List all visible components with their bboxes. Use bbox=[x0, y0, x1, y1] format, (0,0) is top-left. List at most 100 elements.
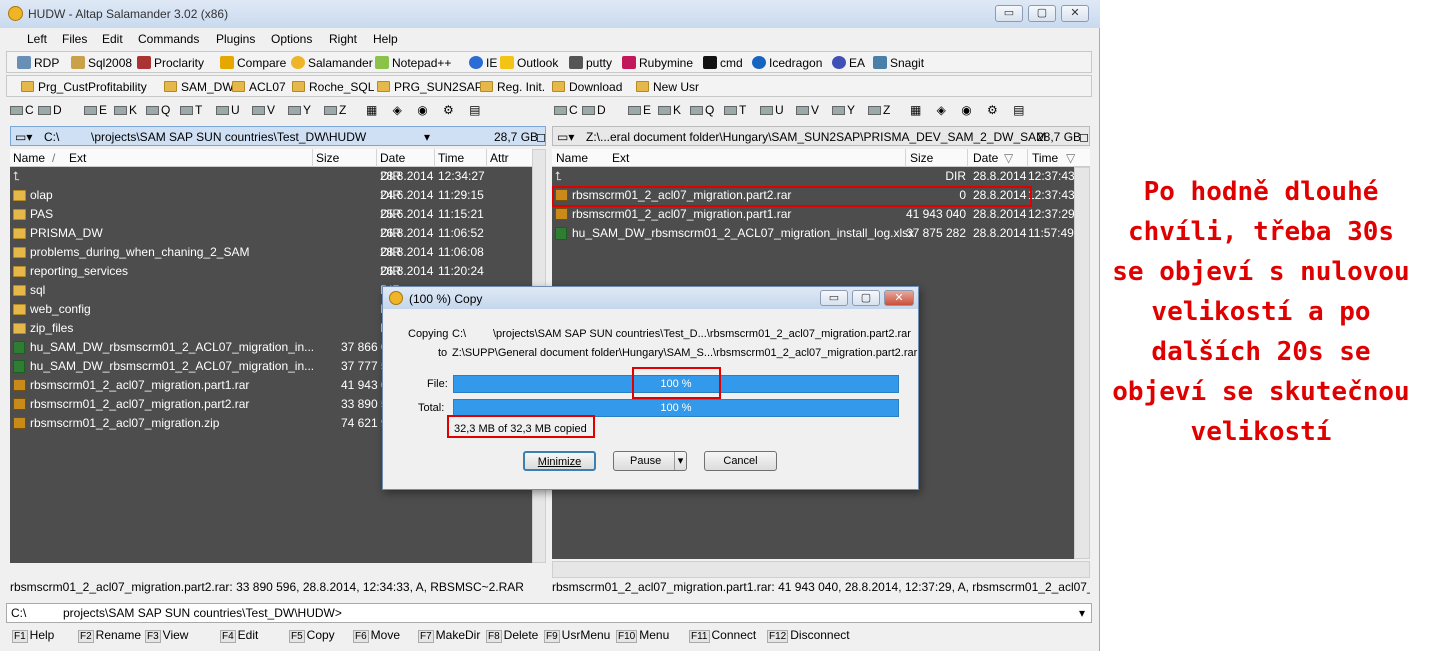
hp-new-usr[interactable]: New Usr bbox=[636, 80, 699, 94]
cancel-button[interactable]: Cancel bbox=[704, 451, 777, 471]
menu-commands[interactable]: Commands bbox=[138, 32, 199, 46]
hp-acl07[interactable]: ACL07 bbox=[232, 80, 286, 94]
drive-e[interactable]: E bbox=[628, 103, 651, 117]
col-time[interactable]: Time bbox=[1032, 151, 1058, 165]
tools-icons[interactable]: ▦ ◈ ◉ ⚙ ▤ bbox=[366, 103, 486, 117]
col-name[interactable]: Name bbox=[13, 151, 45, 165]
right-file-row[interactable]: rbsmscrm01_2_acl07_migration.part1.rar 41… bbox=[552, 205, 1075, 224]
fkey-f1[interactable]: F1 Help bbox=[12, 628, 54, 643]
drive-q[interactable]: Q bbox=[690, 103, 714, 117]
col-time[interactable]: Time bbox=[438, 151, 464, 165]
tb-notepadpp[interactable]: Notepad++ bbox=[375, 56, 451, 70]
menu-left[interactable]: Left bbox=[27, 32, 47, 46]
tb-proclarity[interactable]: Proclarity bbox=[137, 56, 204, 70]
right-hscrollbar[interactable] bbox=[552, 561, 1090, 578]
drive-u[interactable]: U bbox=[216, 103, 240, 117]
col-attr[interactable]: Attr bbox=[490, 151, 509, 165]
fkey-f3[interactable]: F3 View bbox=[145, 628, 188, 643]
drive-z[interactable]: Z bbox=[324, 103, 346, 117]
hp-sam-dw[interactable]: SAM_DW bbox=[164, 80, 234, 94]
tb-snagit[interactable]: Snagit bbox=[873, 56, 924, 70]
tb-putty[interactable]: putty bbox=[569, 56, 612, 70]
tb-compare[interactable]: Compare bbox=[220, 56, 286, 70]
hp-roche-sql[interactable]: Roche_SQL bbox=[292, 80, 374, 94]
fkey-f6[interactable]: F6 Move bbox=[353, 628, 400, 643]
dialog-minimize-button[interactable]: ▭ bbox=[820, 290, 848, 306]
chevron-down-icon[interactable]: ▾ bbox=[424, 130, 430, 144]
col-ext[interactable]: Ext bbox=[69, 151, 86, 165]
hp-reg-init[interactable]: Reg. Init. bbox=[480, 80, 545, 94]
hp-download[interactable]: Download bbox=[552, 80, 622, 94]
minimize-button[interactable]: Minimize bbox=[523, 451, 596, 471]
drive-d[interactable]: D bbox=[582, 103, 606, 117]
menu-options[interactable]: Options bbox=[271, 32, 312, 46]
right-path-bar[interactable]: ▭▾ Z:\...eral document folder\Hungary\SA… bbox=[552, 126, 1090, 146]
drive-c[interactable]: C bbox=[554, 103, 578, 117]
right-file-row[interactable]: ⮤ DIR 28.8.2014 12:37:43 bbox=[552, 167, 1075, 186]
fkey-f9[interactable]: F9 UsrMenu bbox=[544, 628, 610, 643]
fkey-f5[interactable]: F5 Copy bbox=[289, 628, 335, 643]
maximize-button[interactable]: ▢ bbox=[1028, 5, 1056, 22]
chevron-down-icon[interactable]: ▾ bbox=[1079, 606, 1085, 620]
drive-y[interactable]: Y bbox=[288, 103, 311, 117]
drive-k[interactable]: K bbox=[114, 103, 137, 117]
tb-sql2008[interactable]: Sql2008 bbox=[71, 56, 132, 70]
drive-q[interactable]: Q bbox=[146, 103, 170, 117]
fkey-f11[interactable]: F11 Connect bbox=[689, 628, 756, 643]
fkey-f10[interactable]: F10 Menu bbox=[616, 628, 669, 643]
pause-button[interactable]: Pause ▾ bbox=[613, 451, 687, 471]
col-ext[interactable]: Ext bbox=[612, 151, 629, 165]
menu-help[interactable]: Help bbox=[373, 32, 398, 46]
left-file-row[interactable]: PRISMA_DW DIR 26.8.2014 11:06:52 bbox=[10, 224, 532, 243]
dialog-maximize-button[interactable]: ▢ bbox=[852, 290, 880, 306]
tb-ie[interactable]: IE bbox=[469, 56, 497, 70]
panel-maximize-icon[interactable]: ◻ bbox=[1079, 130, 1089, 144]
tb-ea[interactable]: EA bbox=[832, 56, 865, 70]
col-size[interactable]: Size bbox=[910, 151, 933, 165]
panel-maximize-icon[interactable]: ◻ bbox=[536, 130, 546, 144]
tools-icons[interactable]: ▦ ◈ ◉ ⚙ ▤ bbox=[910, 103, 1030, 117]
command-line[interactable]: C:\ projects\SAM SAP SUN countries\Test_… bbox=[6, 603, 1092, 623]
minimize-button[interactable]: ▭ bbox=[995, 5, 1023, 22]
tb-rubymine[interactable]: Rubymine bbox=[622, 56, 693, 70]
drive-d[interactable]: D bbox=[38, 103, 62, 117]
close-button[interactable]: ✕ bbox=[1061, 5, 1089, 22]
drive-v[interactable]: V bbox=[252, 103, 275, 117]
col-name[interactable]: Name bbox=[556, 151, 588, 165]
drive-u[interactable]: U bbox=[760, 103, 784, 117]
tb-outlook[interactable]: Outlook bbox=[500, 56, 558, 70]
dialog-close-button[interactable]: ✕ bbox=[884, 290, 914, 306]
tb-salamander[interactable]: Salamander bbox=[291, 56, 373, 70]
right-scrollbar[interactable] bbox=[1074, 167, 1090, 559]
fkey-f7[interactable]: F7 MakeDir bbox=[418, 628, 480, 643]
left-file-row[interactable]: ⮤ DIR 28.8.2014 12:34:27 bbox=[10, 167, 532, 186]
drive-k[interactable]: K bbox=[658, 103, 681, 117]
right-file-row[interactable]: hu_SAM_DW_rbsmscrm01_2_ACL07_migration_i… bbox=[552, 224, 1074, 243]
drive-z[interactable]: Z bbox=[868, 103, 890, 117]
tb-icedragon[interactable]: Icedragon bbox=[752, 56, 822, 70]
menu-plugins[interactable]: Plugins bbox=[216, 32, 255, 46]
drive-v[interactable]: V bbox=[796, 103, 819, 117]
col-date[interactable]: Date bbox=[380, 151, 405, 165]
chevron-down-icon[interactable]: ▾ bbox=[674, 452, 686, 470]
tb-rdp[interactable]: RDP bbox=[17, 56, 59, 70]
left-path-bar[interactable]: ▭▾ C:\ \projects\SAM SAP SUN countries\T… bbox=[10, 126, 546, 146]
tb-cmd[interactable]: cmd bbox=[703, 56, 743, 70]
drive-t[interactable]: T bbox=[180, 103, 202, 117]
left-file-row[interactable]: problems_during_when_chaning_2_SAM DIR 28.… bbox=[10, 243, 532, 262]
left-file-row[interactable]: PAS DIR 25.6.2014 11:15:21 bbox=[10, 205, 532, 224]
hp-prg-custprofitability[interactable]: Prg_CustProfitability bbox=[21, 80, 147, 94]
left-file-row[interactable]: olap DIR 24.6.2014 11:29:15 bbox=[10, 186, 532, 205]
menu-files[interactable]: Files bbox=[62, 32, 87, 46]
fkey-f12[interactable]: F12 Disconnect bbox=[767, 628, 850, 643]
menu-edit[interactable]: Edit bbox=[102, 32, 123, 46]
left-file-row[interactable]: reporting_services DIR 26.8.2014 11:20:24 bbox=[10, 262, 532, 281]
col-size[interactable]: Size bbox=[316, 151, 339, 165]
drive-y[interactable]: Y bbox=[832, 103, 855, 117]
fkey-f4[interactable]: F4 Edit bbox=[220, 628, 258, 643]
drive-t[interactable]: T bbox=[724, 103, 746, 117]
col-date[interactable]: Date bbox=[973, 151, 998, 165]
drive-e[interactable]: E bbox=[84, 103, 107, 117]
hp-prg-sun2sap[interactable]: PRG_SUN2SAP bbox=[377, 80, 483, 94]
fkey-f8[interactable]: F8 Delete bbox=[486, 628, 538, 643]
